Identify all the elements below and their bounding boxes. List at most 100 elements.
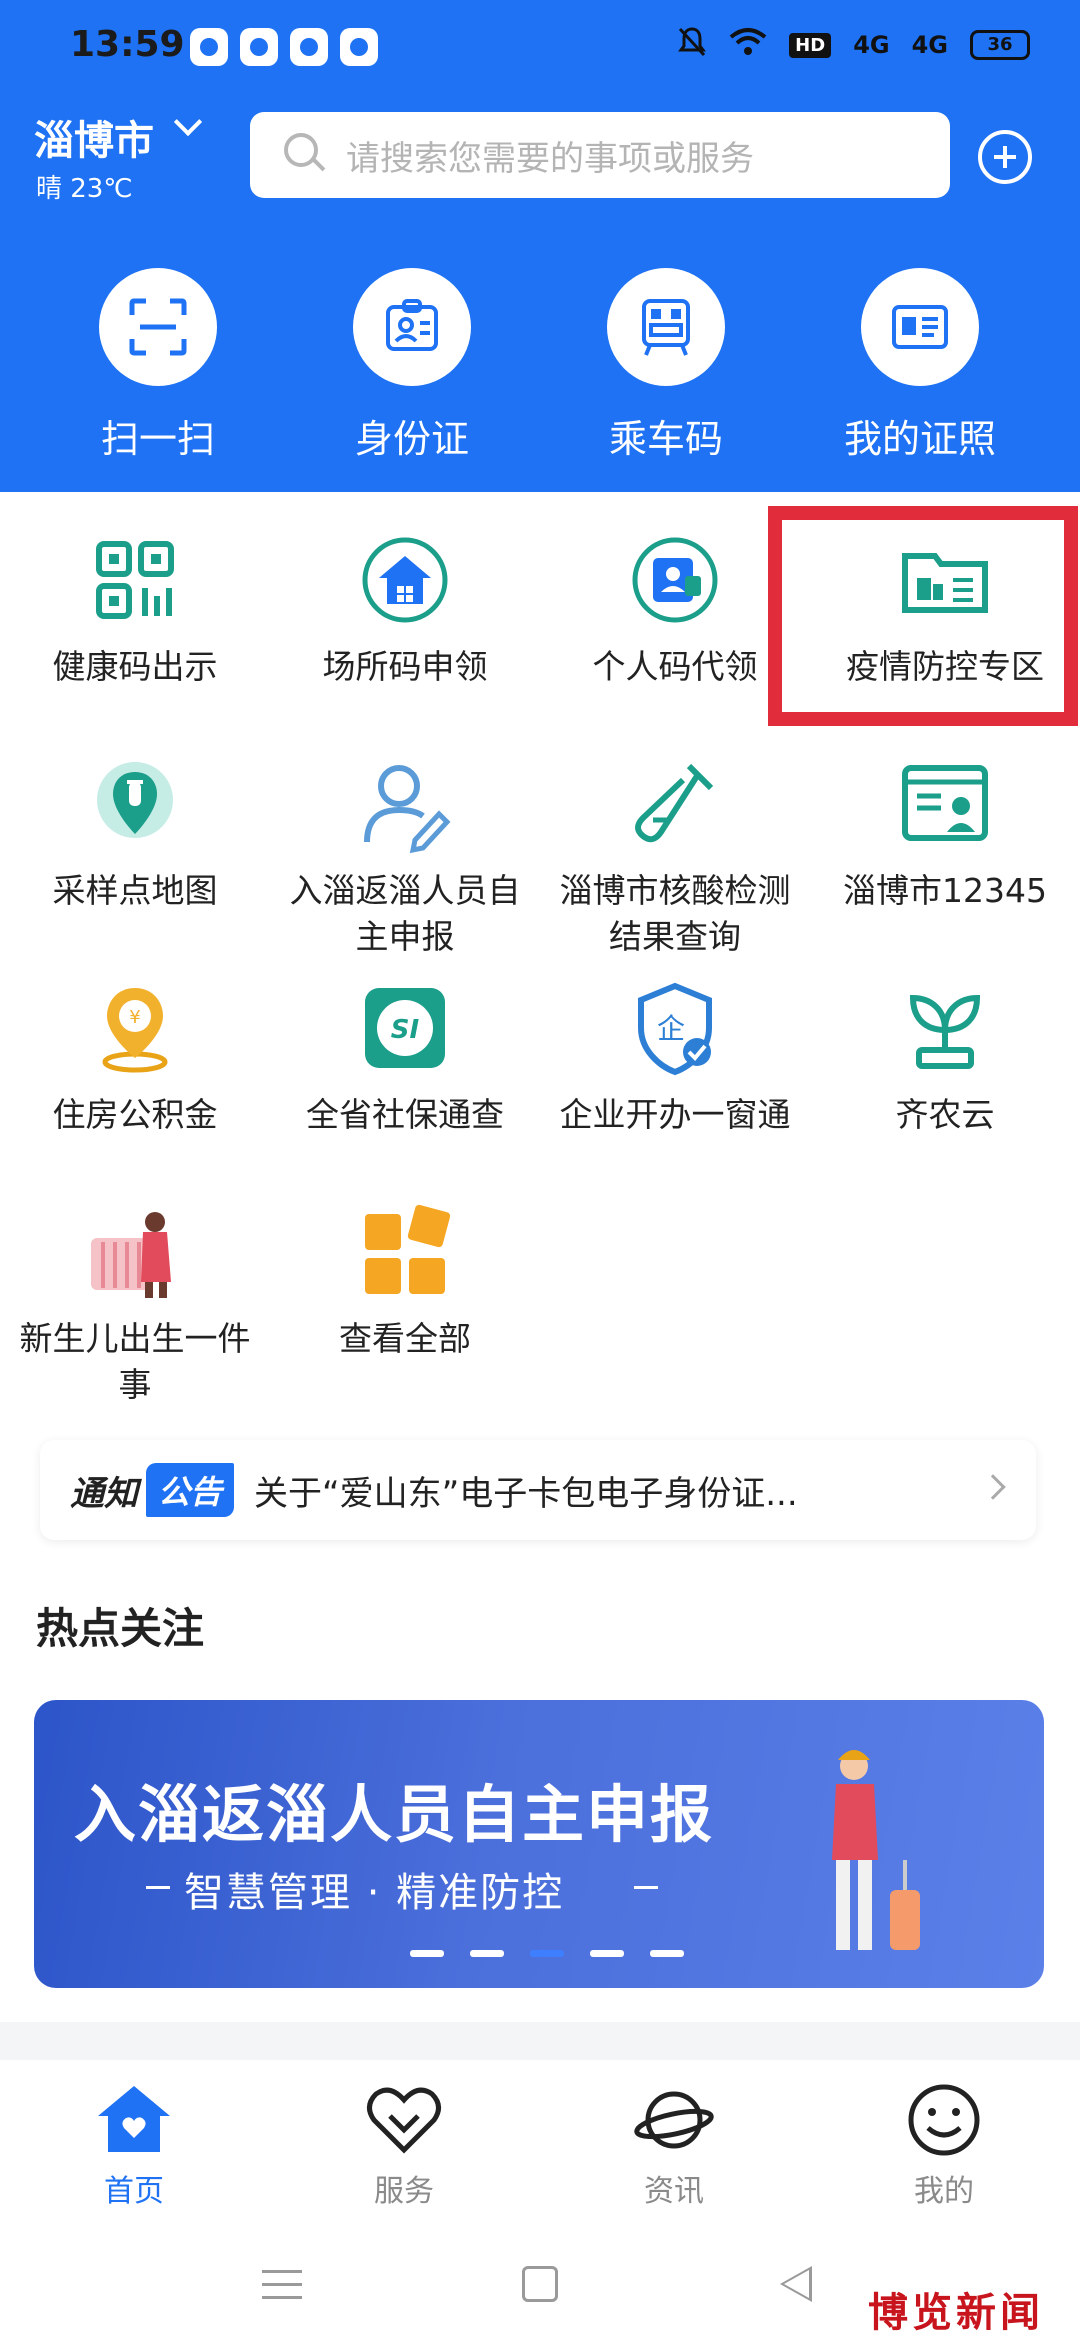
tab-home[interactable]: 首页: [34, 2080, 234, 2210]
tab-label: 首页: [104, 2174, 164, 2209]
housing-fund-icon: ¥: [102, 988, 168, 1073]
mute-bell-icon: [677, 26, 707, 64]
banner-divider: [634, 1886, 658, 1889]
notification-app-icon: [340, 28, 378, 66]
quick-action-id-card[interactable]: 身份证: [312, 268, 512, 463]
menu-icon[interactable]: [262, 2270, 302, 2300]
id-card-icon: [386, 299, 438, 351]
service-label: 全省社保通查: [306, 1095, 504, 1134]
personal-code-icon: [632, 537, 718, 623]
quick-action-scan[interactable]: 扫一扫: [58, 268, 258, 463]
service-label: 场所码申领: [322, 647, 488, 686]
notification-app-icon: [190, 28, 228, 66]
person-edit-icon: [364, 765, 451, 854]
status-bar: 13:59 HD 4G 4G 36: [0, 0, 1080, 96]
notice-tag: 通知: [70, 1473, 138, 1514]
back-icon[interactable]: [780, 2266, 812, 2302]
notification-app-icon: [240, 28, 278, 66]
svg-text:SI: SI: [391, 1015, 420, 1045]
tab-profile[interactable]: 我的: [844, 2080, 1044, 2210]
tab-label: 我的: [914, 2174, 974, 2209]
battery-indicator: 36: [970, 30, 1030, 60]
quick-action-label: 我的证照: [843, 417, 996, 461]
add-icon[interactable]: [978, 130, 1032, 184]
carousel-dot[interactable]: [650, 1950, 684, 1957]
scan-icon: [129, 298, 187, 356]
carousel-dot[interactable]: [410, 1950, 444, 1957]
home-icon: [98, 2086, 170, 2152]
quick-action-license[interactable]: 我的证照: [820, 268, 1020, 463]
carousel-dot-active[interactable]: [530, 1950, 564, 1957]
service-view-all[interactable]: 查看全部: [270, 1202, 540, 1362]
service-label: 淄博市核酸检测结果查询: [559, 871, 791, 956]
service-label: 住房公积金: [52, 1095, 218, 1134]
svg-text:¥: ¥: [129, 1007, 140, 1028]
smile-icon: [908, 2084, 980, 2156]
weather-text: 晴 23℃: [36, 174, 133, 204]
newborn-icon: [91, 1212, 171, 1298]
service-nucleic-test[interactable]: 淄博市核酸检测结果查询: [540, 754, 810, 960]
signal-icon: 4G: [853, 31, 890, 59]
signal-icon: 4G: [911, 31, 948, 59]
service-sampling-map[interactable]: 采样点地图: [0, 754, 270, 914]
service-hotline[interactable]: 淄博市12345: [810, 754, 1080, 914]
home-square-icon[interactable]: [522, 2266, 558, 2302]
highlight-annotation-box: [768, 506, 1078, 726]
service-label: 企业开办一窗通: [559, 1095, 791, 1134]
traveler-illustration: [832, 1750, 920, 1950]
all-grid-icon: [365, 1204, 451, 1294]
license-icon: [892, 305, 948, 349]
promo-banner[interactable]: 入淄返淄人员自主申报 智慧管理 · 精准防控: [34, 1700, 1044, 1988]
announcement-tag: 公告: [146, 1463, 235, 1517]
search-placeholder: 请搜索您需要的事项或服务: [346, 138, 754, 179]
city-selector[interactable]: 淄博市: [34, 108, 154, 166]
service-qinong-cloud[interactable]: 齐农云: [810, 978, 1080, 1138]
banner-title: 入淄返淄人员自主申报: [74, 1778, 715, 1851]
service-label: 查看全部: [339, 1319, 471, 1358]
planet-icon: [634, 2091, 714, 2149]
service-self-declare[interactable]: 入淄返淄人员自主申报: [270, 754, 540, 960]
social-security-icon: SI: [365, 988, 445, 1068]
carousel-dot[interactable]: [470, 1950, 504, 1957]
notice-bar[interactable]: 通知 公告 关于“爱山东”电子卡包电子身份证...: [40, 1440, 1036, 1540]
notice-text: 关于“爱山东”电子卡包电子身份证...: [254, 1473, 798, 1514]
service-label: 淄博市12345: [843, 871, 1047, 910]
hd-badge: HD: [789, 32, 832, 58]
search-icon: [284, 133, 328, 177]
quick-action-bus-code[interactable]: 乘车码: [566, 268, 766, 463]
search-bar[interactable]: 请搜索您需要的事项或服务: [250, 112, 950, 198]
service-label: 新生儿出生一件事: [19, 1319, 251, 1404]
wifi-icon: [729, 27, 767, 63]
service-label: 健康码出示: [52, 647, 218, 686]
quick-action-label: 乘车码: [608, 417, 723, 461]
service-social-security[interactable]: SI 全省社保通查: [270, 978, 540, 1138]
qr-code-icon: [96, 541, 174, 619]
carousel-indicator: [410, 1950, 684, 1957]
tab-services[interactable]: 服务: [304, 2080, 504, 2210]
quick-action-label: 扫一扫: [100, 417, 215, 461]
quick-action-label: 身份证: [354, 417, 469, 461]
svg-text:企: 企: [657, 1012, 685, 1045]
banner-divider: [146, 1886, 170, 1889]
sampling-map-icon: [97, 762, 173, 838]
venue-code-icon: [362, 537, 448, 623]
tab-label: 服务: [374, 2174, 434, 2209]
hotline-icon: [902, 765, 988, 841]
service-label: 采样点地图: [52, 871, 218, 910]
carousel-dot[interactable]: [590, 1950, 624, 1957]
enterprise-shield-icon: 企: [638, 982, 712, 1076]
service-venue-code[interactable]: 场所码申领: [270, 530, 540, 690]
notification-app-icon: [290, 28, 328, 66]
service-label: 入淄返淄人员自主申报: [289, 871, 521, 956]
bottom-tab-bar: 首页 服务 资讯 我的: [0, 2060, 1080, 2230]
service-enterprise[interactable]: 企 企业开办一窗通: [540, 978, 810, 1138]
status-indicators: HD 4G 4G 36: [677, 26, 1030, 64]
sprout-icon: [909, 994, 981, 1069]
service-health-code[interactable]: 健康码出示: [0, 530, 270, 690]
service-newborn[interactable]: 新生儿出生一件事: [0, 1202, 270, 1408]
tab-label: 资讯: [644, 2174, 704, 2209]
app-screen: 13:59 HD 4G 4G 36 淄博市 晴 23℃ 请搜索您需要的事项或服务…: [0, 0, 1080, 2340]
heart-icon: [367, 2087, 441, 2154]
service-housing-fund[interactable]: ¥ 住房公积金: [0, 978, 270, 1138]
tab-news[interactable]: 资讯: [574, 2080, 774, 2210]
